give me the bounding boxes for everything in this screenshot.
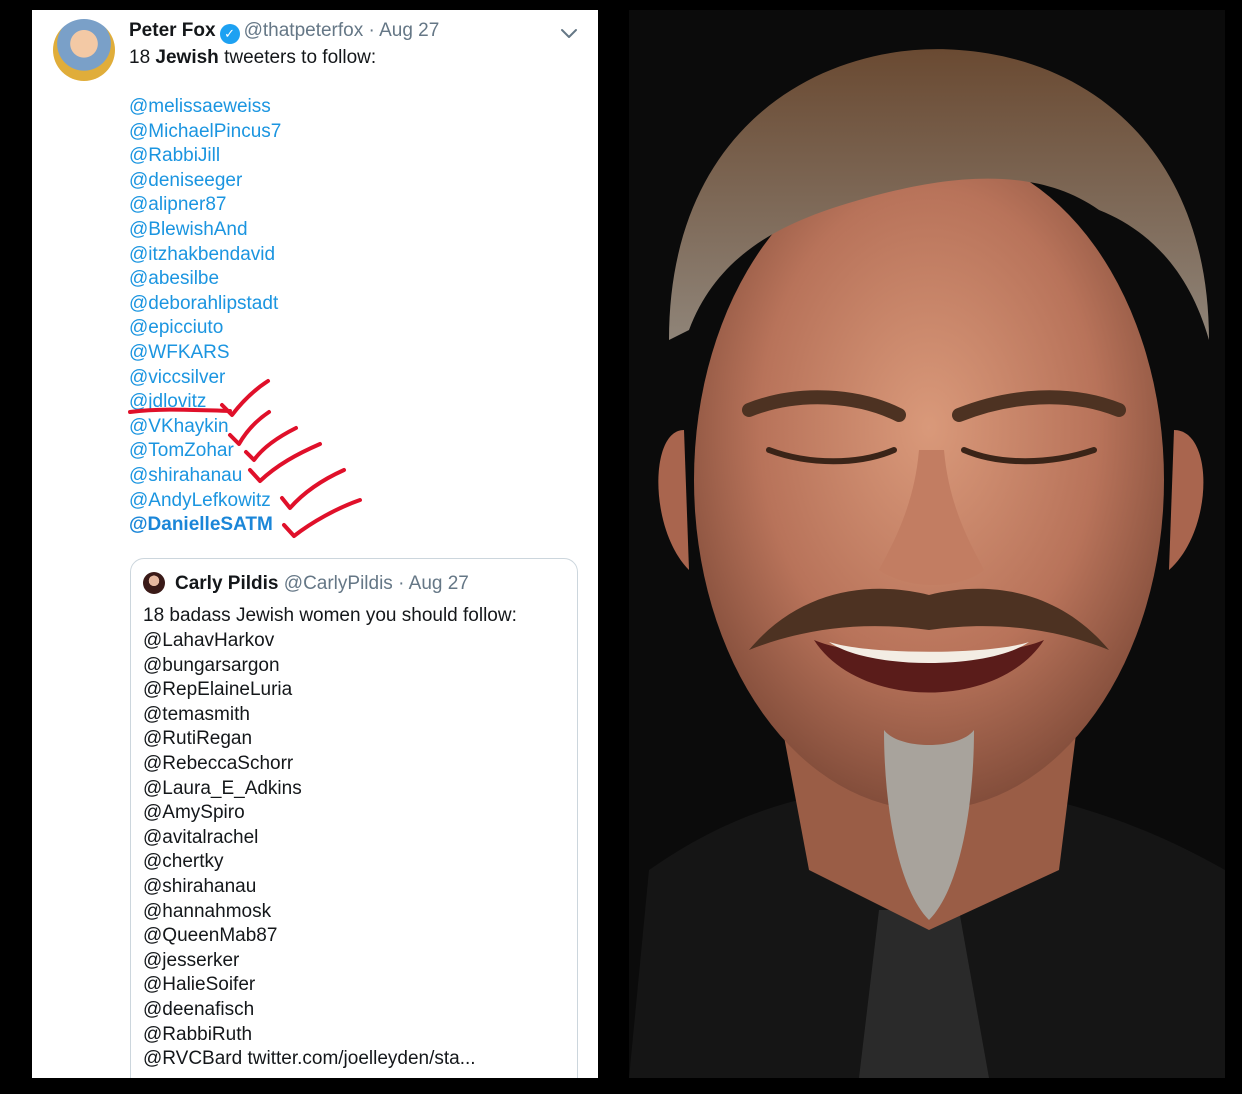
mention-link[interactable]: @shirahanau [129, 464, 281, 489]
tweet-card: Peter Fox ✓ @thatpeterfox · Aug 27 18 Jewi… [32, 10, 598, 1078]
mention-link[interactable]: @itzhakbendavid [129, 243, 281, 268]
avatar[interactable] [53, 19, 115, 81]
tweet-text-suffix: tweeters to follow: [218, 47, 377, 68]
mention-link[interactable]: @jdlovitz [129, 390, 281, 415]
mention-link[interactable]: @deborahlipstadt [129, 292, 281, 317]
mention-link[interactable]: @WFKARS [129, 341, 281, 366]
mention-link[interactable]: @BlewishAnd [129, 218, 281, 243]
quote-mention-item[interactable]: @RepElaineLuria [143, 678, 476, 703]
tweet-text: 18 Jewish tweeters to follow: [129, 47, 376, 69]
tweet-text-prefix: 18 [129, 47, 156, 68]
quote-mention-item[interactable]: @chertky [143, 850, 476, 875]
quote-mention-item[interactable]: @RVCBard twitter.com/joelleyden/sta... [143, 1047, 476, 1072]
quote-mention-item[interactable]: @jesserker [143, 949, 476, 974]
quote-mention-item[interactable]: @bungarsargon [143, 654, 476, 679]
quote-mention-item[interactable]: @RebeccaSchorr [143, 752, 476, 777]
quote-author-name[interactable]: Carly Pildis [175, 573, 279, 594]
quote-mention-item[interactable]: @Laura_E_Adkins [143, 777, 476, 802]
mention-link[interactable]: @MichaelPincus7 [129, 120, 281, 145]
right-ear [1169, 430, 1204, 570]
chevron-down-icon[interactable] [558, 22, 580, 44]
verified-check-icon: ✓ [219, 24, 240, 44]
quoted-tweet[interactable]: Carly Pildis @CarlyPildis · Aug 27 18 ba… [130, 558, 578, 1078]
mention-link[interactable]: @DanielleSATM [129, 513, 281, 538]
mention-link[interactable]: @epicciuto [129, 316, 281, 341]
mention-link[interactable]: @TomZohar [129, 439, 281, 464]
laughing-man-photo [629, 10, 1225, 1078]
quote-mention-item[interactable]: @HalieSoifer [143, 973, 476, 998]
red-checkmark [280, 468, 346, 510]
quote-mention-item[interactable]: @deenafisch [143, 998, 476, 1023]
mention-link[interactable]: @abesilbe [129, 267, 281, 292]
quote-mention-item[interactable]: @shirahanau [143, 875, 476, 900]
mention-link[interactable]: @viccsilver [129, 366, 281, 391]
quote-header: Carly Pildis @CarlyPildis · Aug 27 [175, 573, 469, 595]
left-ear [658, 430, 689, 570]
mention-link[interactable]: @VKhaykin [129, 415, 281, 440]
quote-avatar[interactable] [143, 572, 165, 594]
author-handle[interactable]: @thatpeterfox [244, 20, 364, 41]
separator-dot: · [368, 20, 375, 41]
separator-dot: · [398, 573, 405, 594]
quote-mention-list: @LahavHarkov @bungarsargon @RepElaineLuria… [143, 629, 476, 1072]
quote-mention-item[interactable]: @LahavHarkov [143, 629, 476, 654]
mention-link[interactable]: @deniseeger [129, 169, 281, 194]
quote-mention-item[interactable]: @temasmith [143, 703, 476, 728]
quote-mention-item[interactable]: @RabbiRuth [143, 1023, 476, 1048]
tweet-header: Peter Fox ✓ @thatpeterfox · Aug 27 [129, 20, 439, 44]
quote-date: Aug 27 [408, 573, 469, 594]
mention-list: @melissaeweiss @MichaelPincus7 @RabbiJill @… [129, 95, 281, 538]
mention-link[interactable]: @RabbiJill [129, 144, 281, 169]
quote-mention-item[interactable]: @AmySpiro [143, 801, 476, 826]
quote-mention-item[interactable]: @avitalrachel [143, 826, 476, 851]
mention-link[interactable]: @melissaeweiss [129, 95, 281, 120]
quote-text: 18 badass Jewish women you should follow… [143, 605, 517, 626]
quote-mention-item[interactable]: @hannahmosk [143, 900, 476, 925]
quote-author-handle[interactable]: @CarlyPildis [284, 573, 393, 594]
quote-mention-item[interactable]: @RutiRegan [143, 727, 476, 752]
tweet-date[interactable]: Aug 27 [379, 20, 439, 41]
mention-link[interactable]: @alipner87 [129, 193, 281, 218]
portrait-illustration [629, 49, 1225, 1078]
quote-mention-item[interactable]: @QueenMab87 [143, 924, 476, 949]
author-name[interactable]: Peter Fox [129, 20, 216, 41]
red-checkmark [282, 498, 362, 538]
mention-link[interactable]: @AndyLefkowitz [129, 489, 281, 514]
tweet-text-bold: Jewish [155, 47, 219, 68]
